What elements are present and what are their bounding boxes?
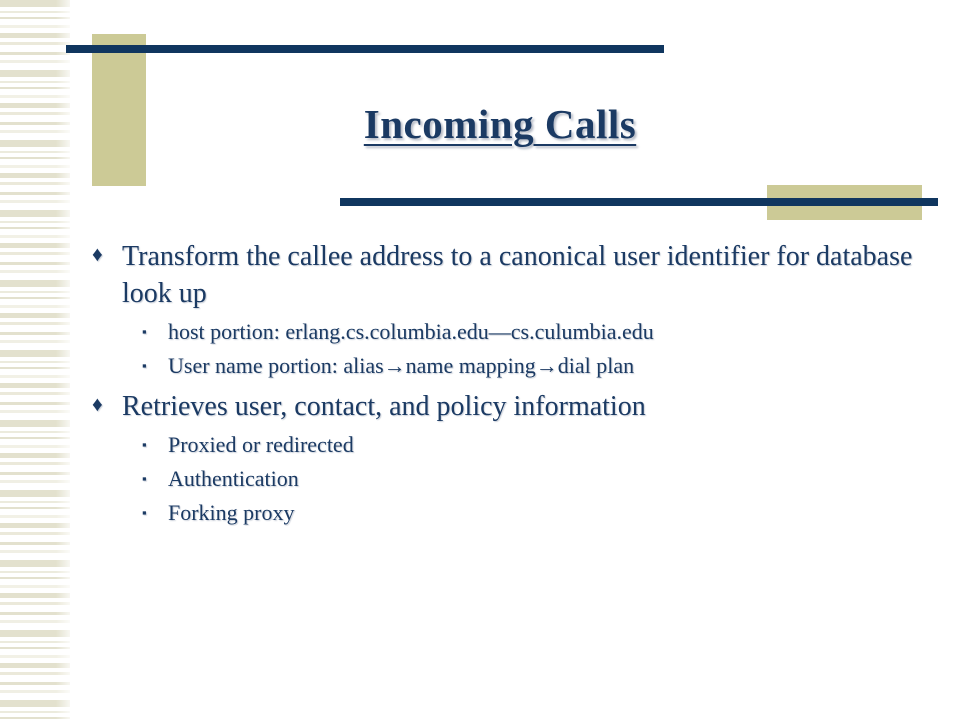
bullet-list-level2: ▪ Proxied or redirected ▪ Authentication… xyxy=(136,429,928,529)
bullet-group-inner: ♦ Retrieves user, contact, and policy in… xyxy=(88,388,928,425)
bullet-item-level2: ▪ Authentication xyxy=(136,463,928,495)
bullet-list-level2: ▪ host portion: erlang.cs.columbia.edu—c… xyxy=(136,316,928,382)
diamond-bullet-icon: ♦ xyxy=(92,392,103,417)
bullet-item-level2: ▪ Forking proxy xyxy=(136,497,928,529)
square-bullet-icon: ▪ xyxy=(142,358,147,374)
bullet-group-inner: ♦ Transform the callee address to a cano… xyxy=(88,238,928,312)
bullet-item-level2: ▪ Proxied or redirected xyxy=(136,429,928,461)
sub-bullet-wrapper: ▪ Proxied or redirected ▪ Authentication… xyxy=(88,429,928,529)
diamond-bullet-icon: ♦ xyxy=(92,242,103,266)
khaki-vertical-block xyxy=(92,34,146,186)
bullet-item-level2: ▪ host portion: erlang.cs.columbia.edu—c… xyxy=(136,316,928,348)
bullet-text: host portion: erlang.cs.columbia.edu—cs.… xyxy=(168,319,654,345)
square-bullet-icon: ▪ xyxy=(142,324,147,340)
bullet-text: User name portion: alias→name mapping→di… xyxy=(168,353,635,379)
slide-canvas: Incoming Calls ♦ Transform the callee ad… xyxy=(0,0,960,720)
bullet-item-level2: ▪ User name portion: alias→name mapping→… xyxy=(136,350,928,382)
square-bullet-icon: ▪ xyxy=(142,437,147,453)
bullet-text: Forking proxy xyxy=(168,500,295,526)
bullet-list-level1: ♦ Transform the callee address to a cano… xyxy=(88,238,928,529)
slide-body: ♦ Transform the callee address to a cano… xyxy=(88,238,928,535)
bullet-text: Authentication xyxy=(168,466,299,492)
bullet-item-level1: ♦ Transform the callee address to a cano… xyxy=(88,238,928,312)
bullet-text: Proxied or redirected xyxy=(168,432,354,458)
bullet-item-level1: ♦ Retrieves user, contact, and policy in… xyxy=(88,388,928,425)
bullet-group: ♦ Transform the callee address to a cano… xyxy=(88,238,928,382)
slide-title: Incoming Calls xyxy=(363,101,637,147)
bullet-text: Transform the callee address to a canoni… xyxy=(122,241,913,310)
sub-bullet-wrapper: ▪ host portion: erlang.cs.columbia.edu—c… xyxy=(88,316,928,382)
bullet-text: Retrieves user, contact, and policy info… xyxy=(122,391,646,423)
bullet-group: ♦ Retrieves user, contact, and policy in… xyxy=(88,388,928,529)
navy-bar-middle xyxy=(340,198,938,206)
left-stripe-fade xyxy=(56,0,78,720)
square-bullet-icon: ▪ xyxy=(142,505,147,521)
square-bullet-icon: ▪ xyxy=(142,471,147,487)
navy-bar-top xyxy=(66,45,664,53)
